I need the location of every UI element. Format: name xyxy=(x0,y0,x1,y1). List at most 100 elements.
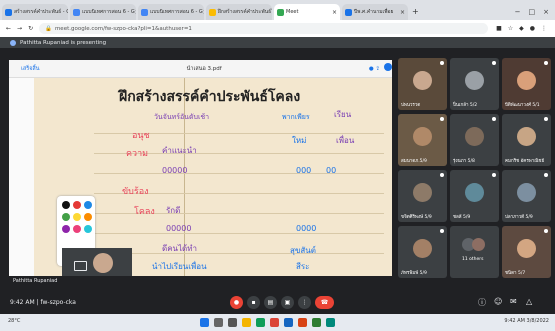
close-icon[interactable]: × xyxy=(135,9,136,16)
tray-time[interactable]: 9:42 AM xyxy=(504,318,525,324)
edge-icon[interactable] xyxy=(256,318,265,327)
info-icon[interactable]: ⓘ xyxy=(478,297,486,308)
cyan-swatch-icon[interactable] xyxy=(84,225,92,233)
file-explorer-icon[interactable] xyxy=(242,318,251,327)
meeting-time-code: 9:42 AM | fw-szpo-cka xyxy=(10,299,76,306)
participant-tile[interactable]: ชลลี 5/9 xyxy=(450,170,499,222)
close-icon[interactable]: × xyxy=(400,9,405,16)
powerpoint-icon[interactable] xyxy=(298,318,307,327)
stage-footer: Pathitta Rupaniad xyxy=(9,276,396,285)
mic-icon xyxy=(544,173,548,177)
maximize-button[interactable]: □ xyxy=(529,8,536,16)
handwritten-note: ความ xyxy=(126,149,149,159)
address-bar: ← → ↻ 🔒 meet.google.com/fw-szpo-cka?pli=1… xyxy=(0,20,555,37)
profile-icon[interactable]: ● xyxy=(530,25,535,32)
blue-swatch-icon[interactable] xyxy=(84,201,92,209)
activities-icon[interactable]: △ xyxy=(526,297,532,306)
more-options-button[interactable]: ⋮ xyxy=(298,296,311,309)
green-swatch-icon[interactable] xyxy=(62,213,70,221)
participant-avatar xyxy=(465,183,484,202)
participant-avatar xyxy=(413,239,432,258)
participant-name: ปลาภาวดี 5/9 xyxy=(505,215,533,220)
browser-tab[interactable]: แบบนิเทศการสอน 6 - G× xyxy=(138,4,204,20)
camera-button[interactable]: ▪ xyxy=(247,296,260,309)
reload-icon[interactable]: ↻ xyxy=(28,25,33,32)
participant-tile[interactable]: ชนิดา 5/7 xyxy=(502,226,551,278)
back-icon[interactable]: ← xyxy=(6,25,11,32)
participant-tile[interactable]: ปิ่นเกล้า 5/2 xyxy=(450,58,499,110)
participant-tile[interactable]: ขจิตศิริพงษ์ 5/9 xyxy=(398,170,447,222)
os-taskbar: 28°C 9:42 AM 3/8/2022 xyxy=(0,314,555,331)
camera-indicator-icon[interactable]: ■ xyxy=(496,25,502,32)
participant-tile[interactable]: สมนาดภ.5/9 xyxy=(398,114,447,166)
mic-icon xyxy=(440,173,444,177)
pink-swatch-icon[interactable] xyxy=(73,225,81,233)
weather-widget[interactable]: 28°C xyxy=(8,318,20,324)
present-screen-icon[interactable] xyxy=(74,261,87,271)
new-tab-button[interactable]: + xyxy=(408,7,423,20)
slide-app-header: เสร็จสิ้น นำเสนอ 3.pdf ● ⇪ xyxy=(9,60,392,78)
others-tile[interactable]: 11 others xyxy=(450,226,499,278)
slide-done-button[interactable]: เสร็จสิ้น xyxy=(21,65,40,73)
nav-buttons: ← → ↻ xyxy=(0,25,39,32)
people-icon[interactable]: ☺ xyxy=(494,297,502,306)
slide-author: วันจันทร์อันดับเช้า xyxy=(154,113,210,121)
mic-icon xyxy=(544,61,548,65)
minimize-button[interactable]: − xyxy=(515,8,521,16)
participant-tile[interactable]: คมกริช อัครพาณิชย์ xyxy=(502,114,551,166)
star-icon[interactable]: ☆ xyxy=(508,25,513,32)
window-controls: − □ × xyxy=(515,8,555,20)
pin-icon[interactable] xyxy=(384,63,392,71)
excel-icon[interactable] xyxy=(312,318,321,327)
slide-mark: พากเพียร xyxy=(282,113,310,121)
captions-button[interactable]: ▤ xyxy=(264,296,277,309)
chat-icon[interactable]: ✉ xyxy=(510,297,517,306)
handwritten-note: สีระ xyxy=(296,262,310,271)
browser-tab-meet[interactable]: Meet × xyxy=(274,4,340,20)
browser-tab[interactable]: ปีพ.ศ.คำนามเพื่อย × xyxy=(342,4,408,20)
mic-off-button[interactable]: ● xyxy=(230,296,243,309)
tab-label: สร้างสรรค์คำประพันธ์ - Goo xyxy=(14,9,68,15)
close-window-button[interactable]: × xyxy=(543,8,549,16)
notebook-line xyxy=(94,173,384,174)
participant-name: สมนาดภ.5/9 xyxy=(401,159,427,164)
mic-icon xyxy=(440,61,444,65)
present-button[interactable]: ▣ xyxy=(281,296,294,309)
slide-share-icons: ● ⇪ xyxy=(368,65,380,72)
word-icon[interactable] xyxy=(284,318,293,327)
red-swatch-icon[interactable] xyxy=(73,201,81,209)
tab-label: ปีพ.ศ.คำนามเพื่อย xyxy=(354,9,394,15)
end-call-button[interactable]: ☎ xyxy=(315,296,334,309)
participant-tile[interactable]: รุ่งนภา 5/8 xyxy=(450,114,499,166)
url-field[interactable]: 🔒 meet.google.com/fw-szpo-cka?pli=1&authu… xyxy=(39,23,489,34)
black-swatch-icon[interactable] xyxy=(62,201,70,209)
participant-tile[interactable]: ปลาภาวดี 5/9 xyxy=(502,170,551,222)
presenter-name: Pathitta Rupaniad xyxy=(13,277,58,284)
menu-icon[interactable]: ⋮ xyxy=(541,25,547,32)
tray-date[interactable]: 3/8/2022 xyxy=(527,318,549,324)
start-icon[interactable] xyxy=(200,318,209,327)
task-view-icon[interactable] xyxy=(228,318,237,327)
extensions: ■ ☆ ◆ ● ⋮ xyxy=(496,25,555,32)
participant-tile[interactable]: ภัทรพิมพ์ 5/9 xyxy=(398,226,447,278)
browser-tab[interactable]: สร้างสรรค์คำประพันธ์ - Goo× xyxy=(2,4,68,20)
purple-swatch-icon[interactable] xyxy=(62,225,70,233)
presenter-avatar xyxy=(10,39,16,46)
handwritten-note: รักดี xyxy=(166,206,181,215)
search-icon[interactable] xyxy=(214,318,223,327)
handwritten-note: ดีคนได้ทำ xyxy=(162,244,197,253)
orange-swatch-icon[interactable] xyxy=(84,213,92,221)
chrome-icon[interactable] xyxy=(270,318,279,327)
browser-tab[interactable]: ฝึกสร้างสรรค์คำประพันธ์โ × xyxy=(206,4,272,20)
meet-app-icon[interactable] xyxy=(326,318,335,327)
meet-favicon-icon xyxy=(277,8,284,16)
extensions-icon[interactable]: ◆ xyxy=(519,25,524,32)
close-icon[interactable]: × xyxy=(203,9,204,16)
browser-tab[interactable]: แบบนิเทศการสอน 6 - G× xyxy=(70,4,136,20)
forward-icon[interactable]: → xyxy=(17,25,22,32)
close-icon[interactable]: × xyxy=(332,9,337,16)
handwritten-note: คำแนะนำ xyxy=(162,146,197,155)
participant-tile[interactable]: ปพนวรวด xyxy=(398,58,447,110)
participant-tile[interactable]: ปีติพัฒนาวงศ์ 5/1 xyxy=(502,58,551,110)
yellow-swatch-icon[interactable] xyxy=(73,213,81,221)
